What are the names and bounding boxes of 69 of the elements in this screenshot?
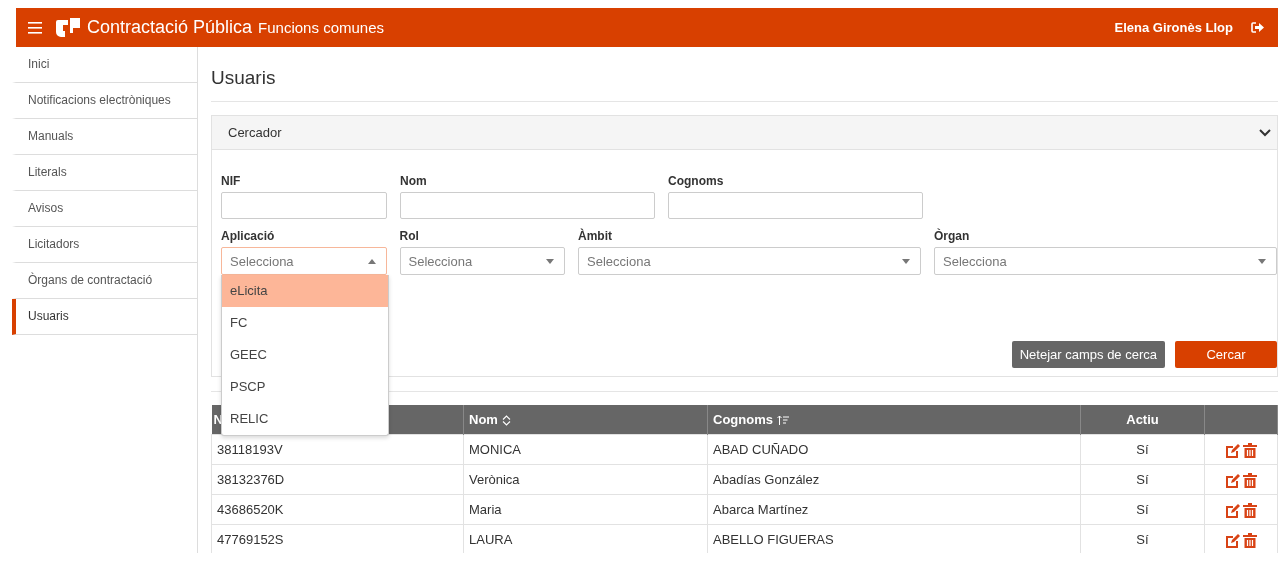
column-header[interactable]: Nom: [469, 412, 498, 427]
text-field[interactable]: [221, 192, 387, 219]
caret-icon: [902, 258, 910, 264]
edit-icon[interactable]: [1225, 502, 1241, 518]
table-cell: Sí: [1080, 464, 1205, 495]
dropdown-option[interactable]: eLicita: [222, 275, 388, 307]
field-label: Àmbit: [578, 229, 614, 243]
sidebar-item[interactable]: Licitadors: [12, 227, 197, 263]
app-title: Contractació Pública: [87, 17, 253, 38]
select-field[interactable]: Selecciona: [934, 247, 1277, 275]
text-field[interactable]: [668, 192, 923, 219]
dropdown-option[interactable]: FC: [222, 307, 388, 339]
field-label: Nom: [400, 174, 428, 188]
chevron-icon[interactable]: [1259, 128, 1271, 137]
sort-ascending-icon[interactable]: [776, 415, 789, 427]
field-label: NIF: [221, 174, 242, 188]
page-title: Usuaris: [211, 47, 1278, 102]
sidebar-item[interactable]: Inici: [12, 47, 197, 83]
dropdown-option[interactable]: PSCP: [222, 371, 388, 403]
user-name[interactable]: Elena Gironès Llop: [1114, 20, 1233, 35]
caret-icon: [367, 258, 376, 264]
caret-icon: [1258, 258, 1266, 264]
table-cell: Verònica: [463, 464, 708, 495]
trash-icon[interactable]: [1243, 472, 1257, 488]
logout-icon[interactable]: [1251, 22, 1264, 33]
field-label: Rol: [399, 229, 420, 243]
select-field[interactable]: Selecciona: [578, 247, 921, 275]
field-label: Cognoms: [668, 174, 725, 188]
table-cell: Abarca Martínez: [707, 494, 1081, 525]
field-label: Òrgan: [934, 229, 971, 243]
module-title: Funcions comunes: [258, 19, 384, 36]
table-cell: 43686520K: [211, 494, 464, 525]
table-cell: 38132376D: [211, 464, 464, 495]
field-label: Aplicació: [221, 229, 276, 243]
clear-button[interactable]: Netejar camps de cerca: [1011, 341, 1165, 368]
sidebar-item[interactable]: Avisos: [12, 191, 197, 227]
sidebar-item[interactable]: Manuals: [12, 119, 197, 155]
select-field[interactable]: Selecciona: [399, 247, 566, 275]
text-field[interactable]: [400, 192, 655, 219]
panel-title: Cercador: [228, 125, 282, 140]
sidebar-item[interactable]: Literals: [12, 155, 197, 191]
sidebar-item[interactable]: Òrgans de contractació: [12, 263, 197, 299]
table-cell: Abadías González: [707, 464, 1081, 495]
trash-icon[interactable]: [1243, 502, 1257, 518]
table-cell: MONICA: [463, 434, 708, 465]
dropdown-option[interactable]: GEEC: [222, 339, 388, 371]
table-cell: 47769152S: [211, 524, 464, 553]
table-cell: Sí: [1080, 434, 1205, 465]
search-button[interactable]: Cercar: [1175, 341, 1277, 368]
edit-icon[interactable]: [1225, 442, 1241, 458]
column-header[interactable]: Cognoms: [713, 412, 773, 427]
logo-icon: [56, 17, 80, 38]
table-cell: 38118193V: [211, 434, 464, 465]
trash-icon[interactable]: [1243, 442, 1257, 458]
edit-icon[interactable]: [1225, 472, 1241, 488]
sidebar-item[interactable]: Usuaris: [12, 299, 197, 335]
caret-icon: [546, 258, 555, 264]
table-cell: Sí: [1080, 494, 1205, 525]
dropdown-option[interactable]: RELIC: [222, 403, 388, 435]
sidebar-item[interactable]: Notificacions electròniques: [12, 83, 197, 119]
sort-icon[interactable]: [501, 415, 511, 427]
table-cell: Maria: [463, 494, 708, 525]
trash-icon[interactable]: [1243, 532, 1257, 548]
select-field[interactable]: Selecciona: [221, 247, 387, 275]
panel-header[interactable]: Cercador: [212, 116, 1277, 150]
edit-icon[interactable]: [1225, 532, 1241, 548]
column-header: Actiu: [1126, 412, 1159, 427]
table-cell: ABAD CUÑADO: [707, 434, 1081, 465]
menu-icon[interactable]: [28, 21, 42, 34]
